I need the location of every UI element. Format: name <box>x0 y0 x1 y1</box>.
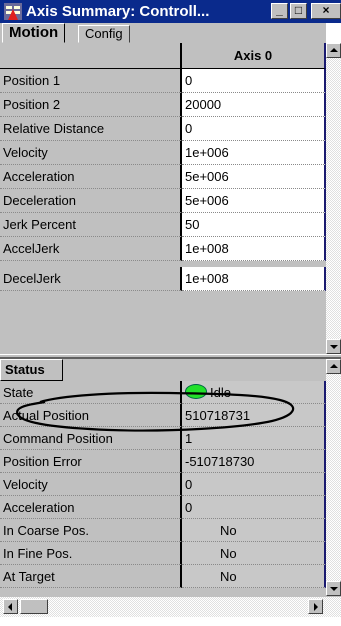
status-row-value: 510718731 <box>182 404 326 427</box>
arrow-down-icon <box>330 587 338 591</box>
arrow-right-icon <box>314 603 318 611</box>
motion-row-value[interactable]: 0 <box>182 117 326 141</box>
status-row-value: Idle <box>182 381 326 404</box>
status-row-label: Actual Position <box>0 404 182 427</box>
motion-row-label: Deceleration <box>0 189 182 213</box>
scroll-up-button[interactable] <box>326 359 341 374</box>
tab-motion[interactable]: Motion <box>2 23 66 43</box>
arrow-down-icon <box>330 345 338 349</box>
maximize-icon: □ <box>294 3 303 17</box>
motion-row-value[interactable]: 1e+008 <box>182 267 326 291</box>
motion-row-value[interactable]: 5e+006 <box>182 165 326 189</box>
scroll-up-button[interactable] <box>326 43 341 58</box>
status-row-value: No <box>182 542 326 565</box>
app-icon <box>4 3 22 20</box>
scroll-down-button[interactable] <box>326 339 341 354</box>
tab-config-label: Config <box>85 26 123 41</box>
column-header-axis-0: Axis 0 <box>182 43 326 69</box>
tab-config[interactable]: Config <box>78 25 130 43</box>
tab-motion-label: Motion <box>9 24 59 41</box>
status-row-value: 0 <box>182 496 326 519</box>
motion-row-label: Velocity <box>0 141 182 165</box>
status-row-label: In Coarse Pos. <box>0 519 182 542</box>
arrow-up-icon <box>330 48 338 52</box>
state-indicator-icon <box>185 384 207 399</box>
maximize-button[interactable]: □ <box>290 3 307 19</box>
motion-row-value[interactable]: 1e+008 <box>182 237 326 261</box>
close-icon: × <box>322 3 330 17</box>
status-row-label: State <box>0 381 182 404</box>
bottom-margin <box>0 617 341 626</box>
horizontal-scrollbar[interactable] <box>0 596 341 617</box>
status-vertical-scrollbar[interactable] <box>326 359 341 596</box>
motion-row-label: Position 1 <box>0 69 182 93</box>
status-grid: Status State Idle Actual Position 510718… <box>0 359 326 596</box>
status-row-label: In Fine Pos. <box>0 542 182 565</box>
scroll-left-button[interactable] <box>3 599 18 614</box>
motion-grid: Axis 0 Position 1 0 Position 2 20000 Rel… <box>0 43 326 267</box>
status-header-tab[interactable]: Status <box>0 359 63 381</box>
motion-row-label: AccelJerk <box>0 237 182 261</box>
motion-row-label: Jerk Percent <box>0 213 182 237</box>
motion-row-label: DecelJerk <box>0 267 182 291</box>
scroll-right-button[interactable] <box>308 599 323 614</box>
minimize-button[interactable]: _ <box>271 3 288 19</box>
status-row-value: 0 <box>182 473 326 496</box>
status-row-label: Command Position <box>0 427 182 450</box>
arrow-left-icon <box>8 603 12 611</box>
status-row-label: Velocity <box>0 473 182 496</box>
motion-grid-empty-area: DecelJerk 1e+008 <box>0 267 326 339</box>
motion-row-value[interactable]: 0 <box>182 69 326 93</box>
motion-row-value[interactable]: 5e+006 <box>182 189 326 213</box>
status-row-value: No <box>182 565 326 588</box>
close-button[interactable]: × <box>311 3 341 19</box>
grid-corner <box>0 43 182 69</box>
motion-row-value[interactable]: 20000 <box>182 93 326 117</box>
status-row-label: Position Error <box>0 450 182 473</box>
pane-gap <box>0 339 326 354</box>
status-row-label: Acceleration <box>0 496 182 519</box>
title-bar[interactable]: Axis Summary: Controll... _ □ × <box>0 0 341 23</box>
motion-row-value[interactable]: 1e+006 <box>182 141 326 165</box>
scroll-down-button[interactable] <box>326 581 341 596</box>
status-row-label: At Target <box>0 565 182 588</box>
motion-row-label: Relative Distance <box>0 117 182 141</box>
status-row-value: -510718730 <box>182 450 326 473</box>
motion-row-value[interactable]: 50 <box>182 213 326 237</box>
status-row-value: No <box>182 519 326 542</box>
minimize-icon: _ <box>276 3 283 17</box>
horizontal-scroll-thumb[interactable] <box>20 599 48 614</box>
motion-row-label: Acceleration <box>0 165 182 189</box>
status-row-value: 1 <box>182 427 326 450</box>
tab-strip: Motion Config <box>0 23 326 43</box>
motion-vertical-scrollbar[interactable] <box>326 43 341 354</box>
arrow-up-icon <box>330 364 338 368</box>
window-title: Axis Summary: Controll... <box>26 3 210 20</box>
motion-row-label: Position 2 <box>0 93 182 117</box>
state-value: Idle <box>210 385 231 400</box>
